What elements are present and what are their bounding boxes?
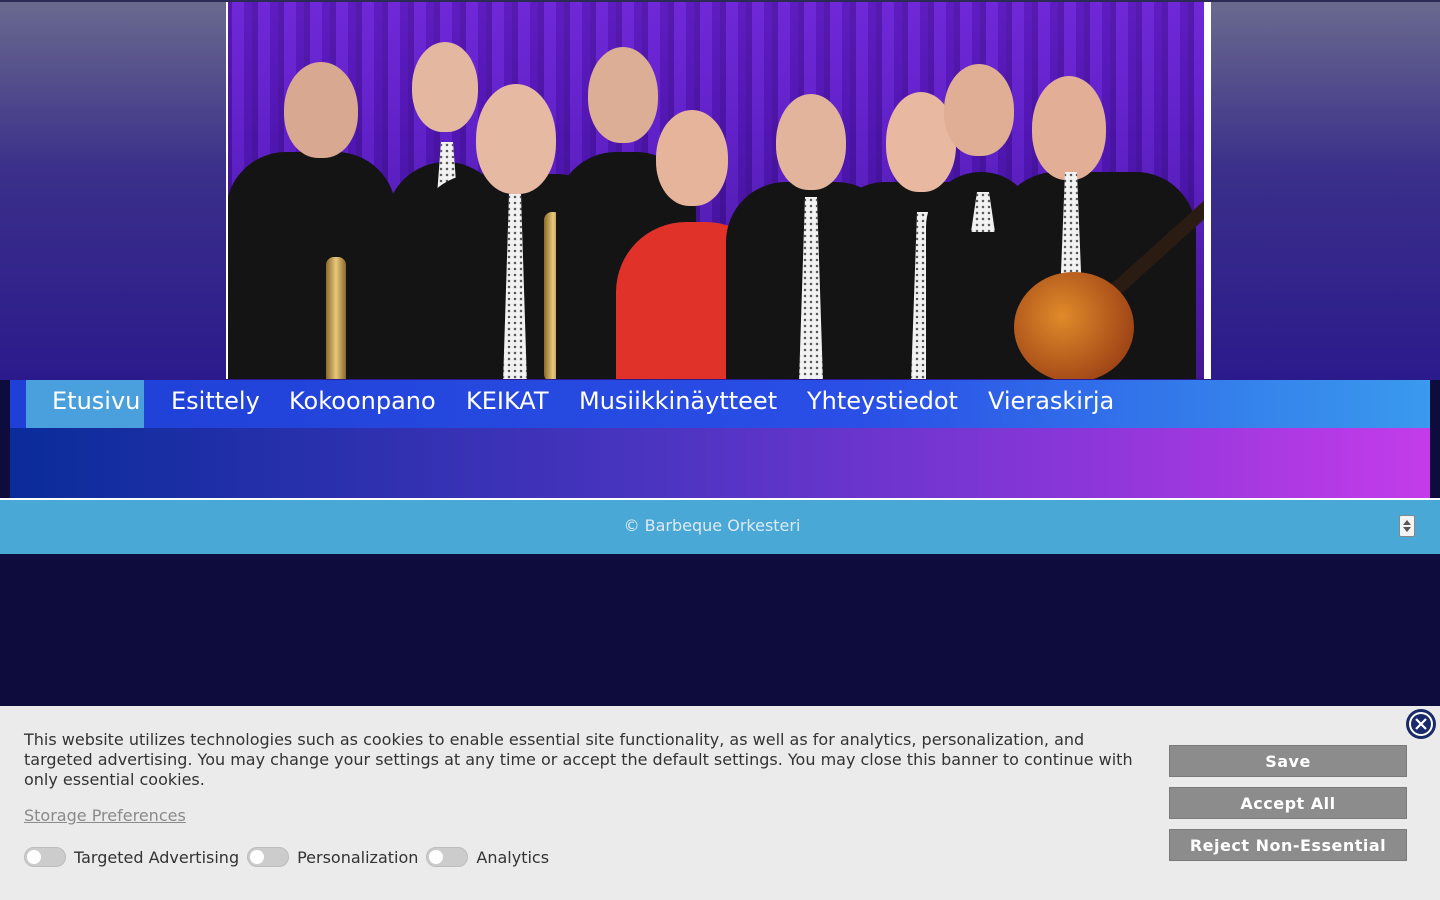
storage-preferences-link[interactable]: Storage Preferences: [24, 806, 186, 825]
personalization-label: Personalization: [297, 847, 419, 867]
band-photo: [226, 2, 1206, 379]
content-band: [10, 428, 1430, 498]
photo-frame-right: [1204, 2, 1211, 379]
main-navigation: Etusivu Esittely Kokoonpano KEIKAT Musii…: [10, 380, 1430, 428]
nav-item-vieraskirja[interactable]: Vieraskirja: [988, 380, 1114, 428]
nav-item-keikat[interactable]: KEIKAT: [466, 380, 549, 428]
nav-item-etusivu[interactable]: Etusivu: [26, 380, 144, 428]
nav-item-kokoonpano[interactable]: Kokoonpano: [289, 380, 436, 428]
scroll-top-icon[interactable]: [1399, 515, 1415, 537]
nav-item-yhteystiedot[interactable]: Yhteystiedot: [807, 380, 958, 428]
cookie-message: This website utilizes technologies such …: [24, 730, 1133, 789]
photo-frame-left: [226, 2, 228, 379]
copyright-text: © Barbeque Orkesteri: [623, 516, 801, 535]
nav-item-musiikkinaytteet[interactable]: Musiikkinäytteet: [579, 380, 777, 428]
save-button[interactable]: Save: [1169, 745, 1407, 777]
cookie-banner: This website utilizes technologies such …: [0, 706, 1440, 900]
analytics-toggle[interactable]: [426, 847, 469, 867]
personalization-toggle[interactable]: [247, 847, 290, 867]
nav-item-esittely[interactable]: Esittely: [171, 380, 260, 428]
close-icon[interactable]: [1405, 708, 1437, 740]
targeted-advertising-toggle[interactable]: [24, 847, 66, 867]
footer: © Barbeque Orkesteri: [0, 500, 1440, 554]
consent-toggles: Targeted Advertising Personalization Ana…: [24, 846, 557, 868]
analytics-label: Analytics: [476, 847, 550, 867]
reject-non-essential-button[interactable]: Reject Non-Essential: [1169, 829, 1407, 861]
accept-all-button[interactable]: Accept All: [1169, 787, 1407, 819]
targeted-advertising-label: Targeted Advertising: [74, 847, 240, 867]
